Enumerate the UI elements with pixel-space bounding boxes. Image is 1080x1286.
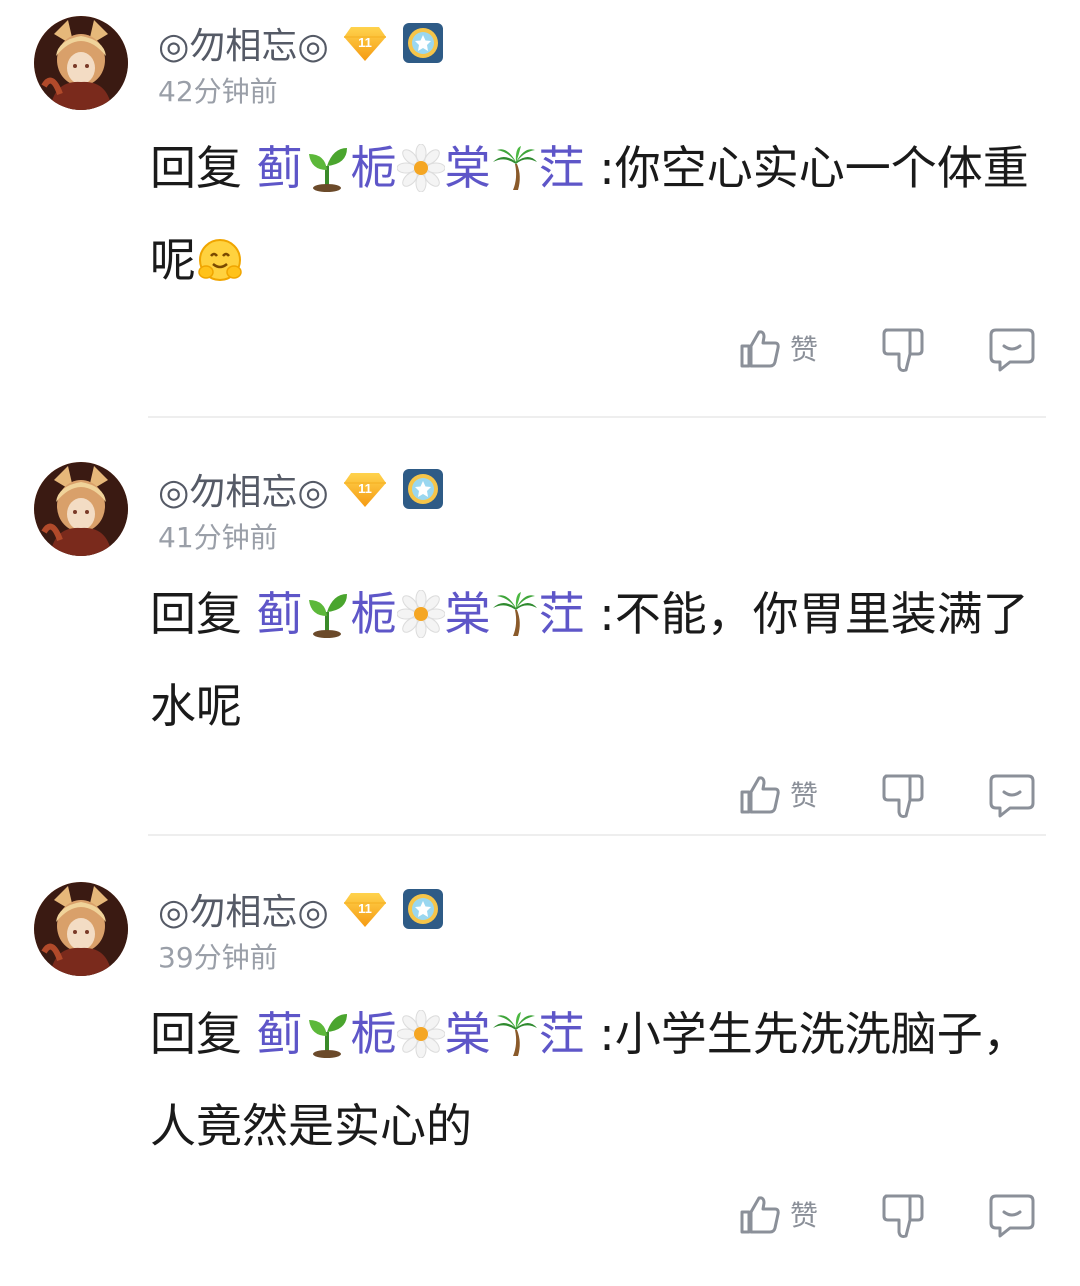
comment-body[interactable]: 回复 蓟栀棠茳 :小学生先洗洗脑子，人竟然是实心的: [150, 988, 1040, 1172]
mention-char: 栀: [350, 1007, 397, 1061]
comment-item: ◎勿相忘◎ 11 39分钟前 回复 蓟栀棠茳 :小学生先洗洗脑子，人竟然是实心的…: [0, 866, 1080, 1286]
seedling-emoji: [303, 590, 351, 638]
reply-separator: :: [584, 141, 615, 195]
svg-text:11: 11: [358, 901, 372, 916]
mention-username[interactable]: 蓟栀棠茳: [257, 141, 585, 195]
user-row: ◎勿相忘◎ 11: [158, 464, 445, 514]
palm-tree-emoji: [491, 590, 539, 638]
comment-divider: [148, 416, 1046, 418]
reply-separator: :: [584, 1007, 615, 1061]
like-label: 赞: [790, 1199, 819, 1232]
like-button[interactable]: 赞: [738, 772, 818, 816]
mention-char: 棠: [444, 587, 491, 641]
user-row: ◎勿相忘◎ 11: [158, 884, 445, 934]
like-button[interactable]: 赞: [738, 1192, 818, 1236]
hug-emoji: [196, 236, 244, 284]
blossom-emoji: [396, 1010, 445, 1058]
avatar[interactable]: [34, 882, 128, 976]
thumbs-up-icon: [740, 1196, 780, 1234]
timestamp: 41分钟前: [158, 521, 278, 554]
thumbs-down-icon: [882, 328, 924, 372]
reply-button[interactable]: [988, 326, 1036, 372]
timestamp: 39分钟前: [158, 941, 278, 974]
comment-item: ◎勿相忘◎ 11 42分钟前 回复 蓟栀棠茳 :你空心实心一个体重呢 赞: [0, 0, 1080, 420]
thumbs-down-icon: [882, 774, 924, 818]
comment-actions: 赞: [0, 326, 1080, 382]
svg-text:11: 11: [358, 481, 372, 496]
mention-char: 蓟: [256, 587, 303, 641]
comment-divider: [148, 834, 1046, 836]
comment-item: ◎勿相忘◎ 11 41分钟前 回复 蓟栀棠茳 :不能，你胃里装满了水呢 赞: [0, 446, 1080, 866]
dislike-button[interactable]: [880, 326, 926, 374]
like-label: 赞: [790, 779, 819, 812]
like-button[interactable]: 赞: [738, 326, 818, 370]
mention-char: 棠: [444, 141, 491, 195]
svg-text:11: 11: [358, 35, 372, 50]
mention-char: 栀: [350, 587, 397, 641]
seedling-emoji: [303, 144, 351, 192]
like-label: 赞: [790, 333, 819, 366]
comment-icon: [989, 774, 1035, 818]
seedling-emoji: [303, 1010, 351, 1058]
avatar[interactable]: [34, 16, 128, 110]
blossom-emoji: [396, 144, 445, 192]
diamond-level-badge: 11: [343, 473, 386, 507]
mention-char: 蓟: [256, 141, 303, 195]
mention-char: 茳: [538, 141, 585, 195]
thumbs-up-icon: [740, 776, 780, 814]
avatar[interactable]: [34, 462, 128, 556]
comment-actions: 赞: [0, 1192, 1080, 1248]
medal-badge: [402, 469, 443, 509]
diamond-level-badge: 11: [343, 27, 386, 61]
mention-username[interactable]: 蓟栀棠茳: [257, 1007, 585, 1061]
reply-prefix: 回复: [150, 141, 257, 195]
comment-body[interactable]: 回复 蓟栀棠茳 :不能，你胃里装满了水呢: [150, 568, 1040, 752]
timestamp: 42分钟前: [158, 75, 278, 108]
comment-body[interactable]: 回复 蓟栀棠茳 :你空心实心一个体重呢: [150, 122, 1040, 306]
medal-badge: [402, 23, 443, 63]
username[interactable]: ◎勿相忘◎: [158, 17, 329, 69]
palm-tree-emoji: [491, 144, 539, 192]
mention-char: 茳: [538, 1007, 585, 1061]
username[interactable]: ◎勿相忘◎: [158, 883, 329, 935]
username[interactable]: ◎勿相忘◎: [158, 463, 329, 515]
mention-char: 棠: [444, 1007, 491, 1061]
comment-icon: [989, 1194, 1035, 1238]
reply-prefix: 回复: [150, 587, 257, 641]
blossom-emoji: [396, 590, 445, 638]
thumbs-up-icon: [740, 330, 780, 368]
mention-username[interactable]: 蓟栀棠茳: [257, 587, 585, 641]
reply-button[interactable]: [988, 772, 1036, 818]
medal-badge: [402, 889, 443, 929]
palm-tree-emoji: [491, 1010, 539, 1058]
diamond-level-badge: 11: [343, 893, 386, 927]
reply-prefix: 回复: [150, 1007, 257, 1061]
mention-char: 栀: [350, 141, 397, 195]
thumbs-down-icon: [882, 1194, 924, 1238]
reply-separator: :: [584, 587, 615, 641]
reply-button[interactable]: [988, 1192, 1036, 1238]
dislike-button[interactable]: [880, 772, 926, 820]
comment-actions: 赞: [0, 772, 1080, 828]
dislike-button[interactable]: [880, 1192, 926, 1240]
comment-icon: [989, 328, 1035, 372]
mention-char: 蓟: [256, 1007, 303, 1061]
mention-char: 茳: [538, 587, 585, 641]
user-row: ◎勿相忘◎ 11: [158, 18, 445, 68]
